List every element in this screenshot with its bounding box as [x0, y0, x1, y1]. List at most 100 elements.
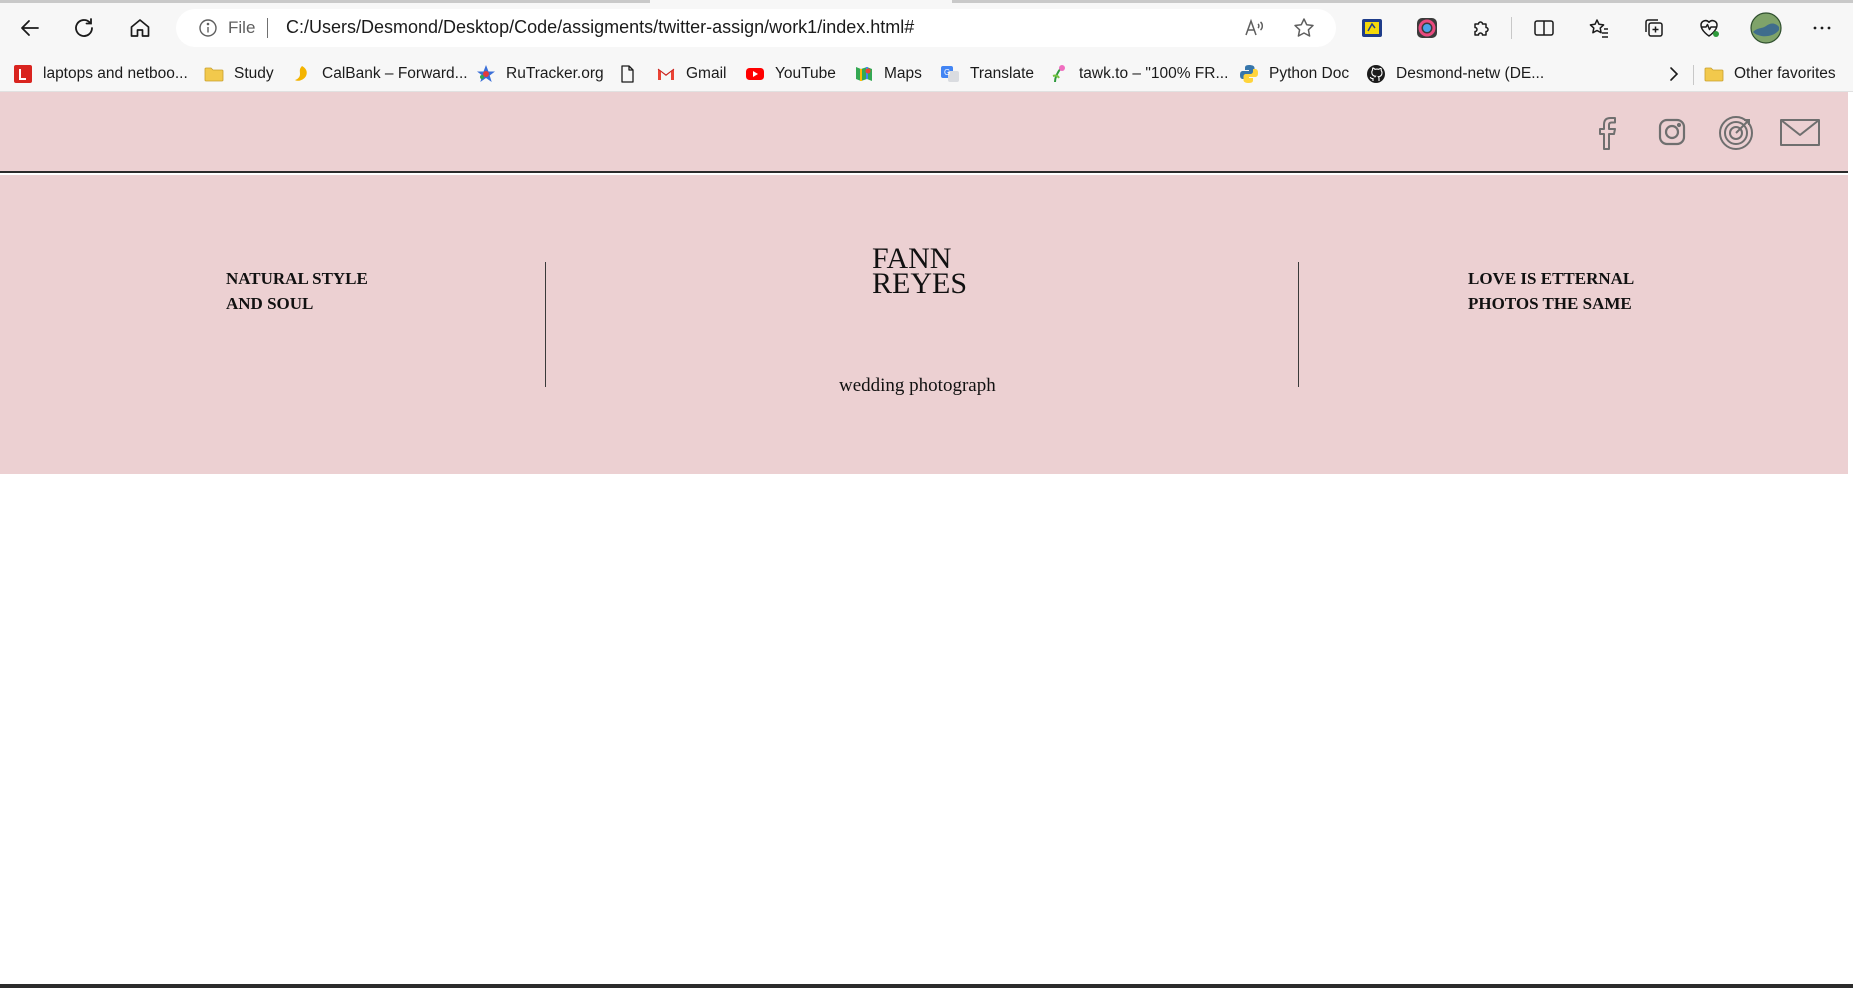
left-tagline-line: NATURAL STYLE	[226, 269, 368, 288]
brand-subtitle: wedding photograph	[839, 375, 996, 396]
left-tagline: NATURAL STYLE AND SOUL	[226, 266, 368, 316]
home-icon	[130, 19, 150, 37]
toolbar-divider	[1511, 17, 1512, 39]
right-tagline-line: LOVE IS ETTERNAL	[1468, 269, 1635, 288]
target-icon	[1719, 116, 1753, 150]
bookmark-label: Other favorites	[1734, 65, 1836, 82]
favorite-star-icon[interactable]	[1292, 16, 1316, 40]
folder-icon	[1704, 64, 1724, 84]
back-button[interactable]	[12, 10, 48, 46]
bookmark-gmail[interactable]: Gmail	[656, 61, 726, 87]
taskbar-edge	[0, 984, 1853, 988]
left-divider	[545, 262, 546, 387]
rutracker-icon	[476, 64, 496, 84]
instagram-link[interactable]	[1650, 110, 1694, 154]
bookmark-label: laptops and netboo...	[43, 65, 188, 82]
extension-notes-icon	[1362, 19, 1382, 37]
brand-line: REYES	[872, 267, 968, 300]
right-tagline-line: PHOTOS THE SAME	[1468, 294, 1632, 313]
bookmark-other-favorites[interactable]: Other favorites	[1704, 61, 1836, 87]
svg-text:G: G	[944, 68, 950, 77]
hero-section: NATURAL STYLE AND SOUL FANN REYES weddin…	[0, 175, 1848, 474]
bookmark-label: Translate	[970, 65, 1035, 82]
bookmark-label: Gmail	[686, 65, 727, 82]
refresh-button[interactable]	[66, 10, 102, 46]
url-text[interactable]: C:/Users/Desmond/Desktop/Code/assigments…	[286, 17, 914, 38]
extension-color-button[interactable]	[1413, 14, 1441, 42]
bookmark-label: Study	[234, 65, 274, 82]
left-tagline-line: AND SOUL	[226, 294, 314, 313]
bookmark-label: YouTube	[775, 65, 836, 82]
bookmarks-divider	[1693, 65, 1694, 85]
heart-pulse-icon	[1700, 19, 1719, 37]
bookmark-label: Python Doc	[1269, 65, 1350, 82]
browser-essentials-button[interactable]	[1695, 14, 1723, 42]
home-button[interactable]	[122, 10, 158, 46]
file-scheme-label: File	[228, 18, 256, 37]
color-picker-icon	[1417, 18, 1437, 38]
tab-edge-right	[952, 0, 1853, 3]
mail-icon	[1780, 119, 1820, 146]
bookmark-tawk[interactable]: tawk.to – "100% FR...	[1049, 61, 1228, 87]
read-aloud-icon[interactable]	[1242, 16, 1266, 40]
bookmark-calbank[interactable]: CalBank – Forward...	[292, 61, 468, 87]
settings-menu-button[interactable]	[1808, 14, 1836, 42]
extension-notes-button[interactable]	[1358, 14, 1386, 42]
extensions-button[interactable]	[1468, 14, 1496, 42]
profile-button[interactable]	[1750, 12, 1782, 44]
bookmark-youtube[interactable]: YouTube	[745, 61, 836, 87]
tawk-icon	[1049, 64, 1069, 84]
tab-strip-edge	[0, 0, 1853, 4]
calbank-icon	[292, 64, 312, 84]
refresh-icon	[75, 18, 93, 37]
python-icon	[1239, 64, 1259, 84]
laptop-store-icon	[13, 64, 33, 84]
translate-icon: G	[940, 64, 960, 84]
bookmark-label: Desmond-netw (DE...	[1396, 65, 1545, 82]
youtube-icon	[745, 64, 765, 84]
page-icon	[617, 64, 637, 84]
chevron-right-icon	[1670, 67, 1679, 81]
bookmark-python[interactable]: Python Doc	[1239, 61, 1349, 87]
split-screen-button[interactable]	[1530, 14, 1558, 42]
target-link[interactable]	[1714, 110, 1758, 154]
bookmark-rutracker[interactable]: RuTracker.org	[476, 61, 604, 87]
collections-icon	[1645, 19, 1663, 37]
bookmark-study[interactable]: Study	[204, 61, 274, 87]
omnibox-divider	[267, 18, 268, 38]
bookmark-label: CalBank – Forward...	[322, 65, 468, 82]
facebook-link[interactable]	[1584, 110, 1628, 154]
bookmark-translate[interactable]: G Translate	[940, 61, 1034, 87]
gmail-icon	[656, 64, 676, 84]
puzzle-icon	[1474, 21, 1489, 36]
bookmark-laptops[interactable]: laptops and netboo...	[13, 61, 188, 87]
favorites-list-icon	[1589, 19, 1608, 38]
tab-edge-left	[0, 0, 650, 3]
bookmark-maps[interactable]: Maps	[854, 61, 922, 87]
bookmark-page[interactable]	[617, 61, 647, 87]
collections-button[interactable]	[1640, 14, 1668, 42]
scrollbar-track[interactable]	[1848, 92, 1853, 988]
bookmark-label: Maps	[884, 65, 922, 82]
address-bar[interactable]: File C:/Users/Desmond/Desktop/Code/assig…	[176, 9, 1336, 47]
browser-toolbar: File C:/Users/Desmond/Desktop/Code/assig…	[0, 0, 1853, 56]
info-icon[interactable]	[198, 18, 218, 38]
right-divider	[1298, 262, 1299, 387]
bookmarks-overflow-button[interactable]	[1663, 61, 1683, 87]
page-viewport: NATURAL STYLE AND SOUL FANN REYES weddin…	[0, 92, 1853, 988]
site-top-bar	[0, 92, 1848, 173]
brand-logo[interactable]: FANN REYES	[872, 244, 968, 300]
bookmarks-bar: laptops and netboo... Study CalBank – Fo…	[0, 56, 1853, 92]
more-dots-icon	[1813, 26, 1831, 30]
email-link[interactable]	[1777, 110, 1823, 154]
bookmark-label: RuTracker.org	[506, 65, 604, 82]
profile-avatar-icon	[1750, 12, 1782, 44]
split-screen-icon	[1534, 20, 1554, 36]
github-icon	[1366, 64, 1386, 84]
maps-icon	[854, 64, 874, 84]
favorites-button[interactable]	[1585, 14, 1613, 42]
facebook-icon	[1599, 117, 1616, 150]
right-tagline: LOVE IS ETTERNAL PHOTOS THE SAME	[1468, 266, 1634, 316]
folder-icon	[204, 64, 224, 84]
bookmark-github[interactable]: Desmond-netw (DE...	[1366, 61, 1544, 87]
